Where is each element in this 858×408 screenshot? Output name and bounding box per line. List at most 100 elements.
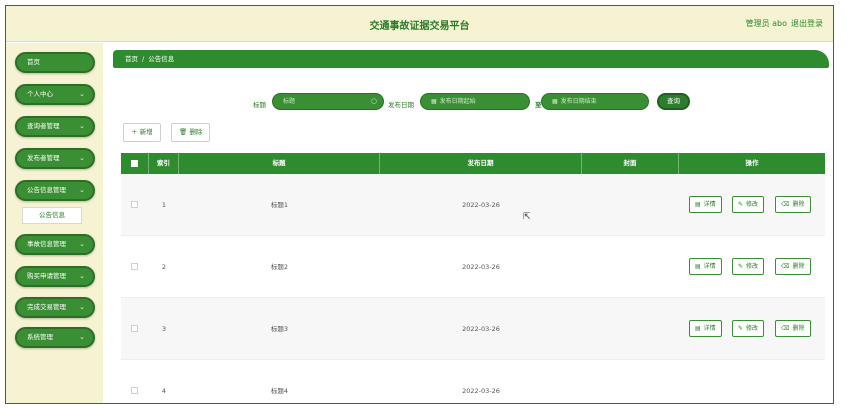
row-title: 标题1	[270, 201, 289, 209]
row-checkbox[interactable]	[131, 325, 138, 332]
detail-button[interactable]: ▤ 详情	[689, 196, 722, 213]
breadcrumb: 首页 / 公告信息	[113, 50, 829, 68]
row-checkbox[interactable]	[131, 201, 138, 208]
table-header: 索引 标题 发布日期 封面 操作	[121, 153, 825, 174]
column-header-title: 标题	[179, 153, 380, 174]
chevron-down-icon: ⌄	[79, 186, 85, 194]
edit-icon: ✎	[738, 263, 744, 270]
chevron-down-icon: ⌄	[79, 333, 85, 341]
edit-label: 修改	[746, 263, 759, 270]
trash-icon: ⌫	[781, 263, 790, 270]
breadcrumb-separator: /	[142, 55, 145, 63]
chevron-down-icon: ⌄	[79, 154, 85, 162]
row-publish-date: 2022-03-26	[462, 325, 500, 333]
search-icon: ○	[370, 97, 377, 105]
chevron-down-icon: ⌄	[79, 303, 85, 311]
detail-icon: ▤	[695, 325, 701, 332]
detail-icon: ▤	[695, 201, 701, 208]
row-title: 标题4	[270, 387, 289, 395]
sidebar-item-label: 事故信息管理	[27, 240, 66, 248]
trash-icon: 🗑	[179, 128, 188, 136]
row-index: 4	[161, 387, 167, 395]
sidebar-item-label: 完成交易管理	[27, 303, 66, 311]
row-title: 标题2	[270, 263, 289, 271]
edit-icon: ✎	[738, 325, 744, 332]
row-index: 2	[161, 263, 167, 271]
chevron-down-icon: ⌄	[79, 90, 85, 98]
title-search-placeholder: 标题	[283, 98, 296, 105]
sidebar-item-accident-management[interactable]: 事故信息管理 ⌄	[15, 234, 95, 255]
sidebar-item-label: 发布者管理	[27, 154, 60, 162]
row-index: 3	[161, 325, 167, 333]
notice-table: 索引 标题 发布日期 封面 操作 1 标题1 2022-03-26 ▤ 详情 ✎ 修…	[121, 153, 825, 403]
sidebar-item-publisher-management[interactable]: 发布者管理 ⌄	[15, 148, 95, 169]
edit-button[interactable]: ✎ 修改	[732, 258, 765, 275]
sidebar-item-notice-management[interactable]: 公告信息管理 ⌄	[15, 180, 95, 201]
breadcrumb-current: 公告信息	[148, 55, 175, 63]
calendar-icon: ▦	[431, 98, 437, 105]
edit-button[interactable]: ✎ 修改	[732, 196, 765, 213]
chevron-down-icon: ⌄	[79, 272, 85, 280]
delete-label: 删除	[792, 263, 805, 270]
top-bar: 交通事故证据交易平台 管理员 abo 退出登录	[6, 6, 833, 42]
mouse-cursor-icon: ⇱	[523, 212, 531, 222]
delete-button[interactable]: ⌫ 删除	[775, 258, 811, 275]
delete-button[interactable]: ⌫ 删除	[775, 320, 811, 337]
detail-button[interactable]: ▤ 详情	[689, 320, 722, 337]
edit-label: 修改	[746, 201, 759, 208]
sidebar-item-querier-management[interactable]: 查询者管理 ⌄	[15, 116, 95, 137]
sidebar-item-purchase-request-management[interactable]: 购买申请管理 ⌄	[15, 266, 95, 287]
select-all-checkbox[interactable]	[131, 160, 138, 167]
sidebar-item-label: 查询者管理	[27, 122, 60, 130]
sidebar-item-label: 首页	[27, 58, 40, 66]
delete-label: 删除	[792, 325, 805, 332]
sidebar-item-label: 系统管理	[27, 333, 53, 341]
trash-icon: ⌫	[781, 201, 790, 208]
sidebar-item-personal-center[interactable]: 个人中心 ⌄	[15, 84, 95, 105]
sidebar-item-completed-trade-management[interactable]: 完成交易管理 ⌄	[15, 297, 95, 318]
calendar-icon: ▦	[552, 98, 558, 105]
row-checkbox[interactable]	[131, 387, 138, 394]
title-search-input[interactable]: 标题 ○	[272, 93, 384, 110]
add-button[interactable]: ＋ 新增	[123, 123, 161, 142]
row-publish-date: 2022-03-26	[462, 387, 500, 395]
detail-icon: ▤	[695, 263, 701, 270]
sidebar-item-label: 购买申请管理	[27, 272, 66, 280]
row-checkbox[interactable]	[131, 263, 138, 270]
table-row: 2 标题2 2022-03-26 ▤ 详情 ✎ 修改 ⌫ 删除	[121, 236, 825, 298]
date-end-input[interactable]: ▦ 发布日期结束	[541, 93, 649, 110]
chevron-down-icon: ⌄	[79, 122, 85, 130]
edit-button[interactable]: ✎ 修改	[732, 320, 765, 337]
app-title: 交通事故证据交易平台	[369, 21, 470, 32]
trash-icon: ⌫	[781, 325, 790, 332]
breadcrumb-home[interactable]: 首页	[125, 55, 138, 63]
plus-icon: ＋	[131, 128, 138, 136]
detail-label: 详情	[703, 263, 716, 270]
delete-label: 删除	[792, 201, 805, 208]
chevron-down-icon: ⌄	[79, 240, 85, 248]
row-publish-date: 2022-03-26	[462, 263, 500, 271]
row-index: 1	[161, 201, 167, 209]
bulk-delete-label: 删除	[189, 128, 203, 136]
logout-link[interactable]: 退出登录	[791, 18, 823, 29]
column-header-publish-date: 发布日期	[380, 153, 582, 174]
sidebar-item-label: 公告信息管理	[27, 186, 66, 194]
detail-button[interactable]: ▤ 详情	[689, 258, 722, 275]
table-row: 3 标题3 2022-03-26 ▤ 详情 ✎ 修改 ⌫ 删除	[121, 298, 825, 360]
edit-icon: ✎	[738, 201, 744, 208]
delete-button[interactable]: ⌫ 删除	[775, 196, 811, 213]
title-search-label: 标题	[253, 101, 266, 109]
sidebar-subitem-notice-info[interactable]: 公告信息	[22, 207, 82, 224]
sidebar-item-home[interactable]: 首页	[15, 52, 95, 73]
date-end-placeholder: 发布日期结束	[560, 98, 597, 105]
add-button-label: 新增	[139, 128, 153, 136]
select-all-cell	[121, 153, 149, 174]
bulk-delete-button[interactable]: 🗑 删除	[171, 123, 211, 142]
date-start-input[interactable]: ▦ 发布日期起始	[420, 93, 530, 110]
admin-label: 管理员 abo	[745, 19, 787, 28]
sidebar-item-system-management[interactable]: 系统管理 ⌄	[15, 327, 95, 348]
publish-date-label: 发布日期	[388, 101, 414, 109]
row-publish-date: 2022-03-26	[462, 201, 500, 209]
sidebar-item-label: 个人中心	[27, 90, 53, 98]
query-button[interactable]: 查询	[657, 93, 690, 110]
